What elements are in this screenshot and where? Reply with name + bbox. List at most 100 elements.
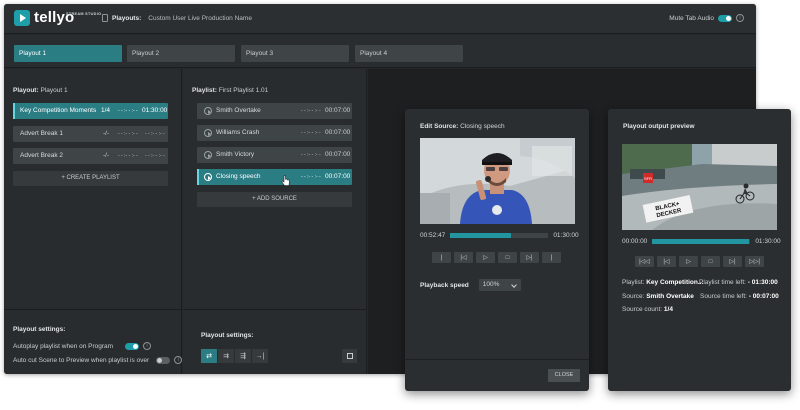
play-icon[interactable]: ▷ bbox=[679, 256, 698, 267]
playlist-time: - - :- - :- - bbox=[118, 108, 138, 114]
playlist-name: Advert Break 2 bbox=[20, 152, 63, 159]
hand-cursor-icon bbox=[281, 175, 290, 186]
playlist-column: Playlist: First Playlist 1.01 Smith Over… bbox=[183, 69, 367, 374]
add-source-button[interactable]: + ADD SOURCE bbox=[197, 192, 352, 207]
create-playlist-button[interactable]: + CREATE PLAYLIST bbox=[13, 171, 168, 186]
tab-playout-2[interactable]: Playout 2 bbox=[127, 45, 235, 62]
previous-icon[interactable]: |◁ bbox=[657, 256, 676, 267]
edit-source-panel: Edit Source: Closing speech 00:52:47 01:… bbox=[405, 109, 589, 391]
skip-end-icon[interactable]: ▷▷| bbox=[745, 256, 764, 267]
playlist-count: 1/4 bbox=[101, 107, 111, 114]
playback-speed-select[interactable]: 100% bbox=[478, 279, 521, 291]
edit-source-scrubber[interactable] bbox=[450, 233, 549, 238]
source-name: Williams Crash bbox=[216, 129, 260, 136]
document-icon bbox=[102, 14, 108, 22]
edit-source-video[interactable] bbox=[420, 138, 575, 224]
production-name: Custom User Live Production Name bbox=[148, 14, 252, 22]
output-preview-progress bbox=[652, 239, 750, 244]
mute-tab-audio: Mute Tab Audio i bbox=[669, 14, 744, 22]
source-name: Smith Overtake bbox=[216, 107, 261, 114]
source-duration: 00:07:00 bbox=[325, 107, 351, 114]
source-time: - - :- - :- - bbox=[301, 130, 321, 136]
playback-speed-label: Playback speed bbox=[420, 281, 469, 289]
logo: tellyo STREAM STUDIO bbox=[14, 10, 101, 26]
shuffle-icon[interactable]: ⇶ bbox=[235, 349, 252, 363]
stop-icon[interactable]: □ bbox=[498, 252, 517, 263]
play-circle-icon[interactable] bbox=[204, 129, 212, 137]
playlist-count: -/- bbox=[103, 130, 110, 137]
playlist-duration: 01:30:00 bbox=[142, 107, 168, 114]
info-icon[interactable]: i bbox=[174, 356, 183, 364]
play-icon[interactable]: ▷ bbox=[476, 252, 495, 263]
tab-playout-4[interactable]: Playout 4 bbox=[355, 45, 463, 62]
skip-start-icon[interactable]: |◁◁ bbox=[635, 256, 654, 267]
singer-video-frame bbox=[420, 138, 575, 224]
playout-settings-title: Playout settings: bbox=[13, 326, 66, 333]
output-preview-controls: |◁◁ |◁ ▷ □ ▷| ▷▷| bbox=[635, 256, 764, 267]
tab-playout-3[interactable]: Playout 3 bbox=[241, 45, 349, 62]
total-time: 01:30:00 bbox=[755, 238, 781, 245]
mute-tab-audio-label: Mute Tab Audio bbox=[669, 14, 714, 22]
tab-playout-1[interactable]: Playout 1 bbox=[14, 45, 122, 62]
output-preview-title: Playout output preview bbox=[623, 123, 695, 130]
source-row-smith-overtake[interactable]: Smith Overtake - - :- - :- - 00:07:00 bbox=[197, 103, 352, 119]
play-circle-icon[interactable] bbox=[204, 173, 212, 181]
playlist-settings-title: Playout settings: bbox=[201, 332, 254, 339]
playlist-row-advert-break-2[interactable]: Advert Break 2 -/- - - :- - :- - - - :- … bbox=[13, 148, 168, 164]
top-bar: tellyo STREAM STUDIO Playouts: Custom Us… bbox=[4, 4, 756, 34]
mute-tab-audio-toggle[interactable] bbox=[718, 14, 732, 22]
source-row-williams-crash[interactable]: Williams Crash - - :- - :- - 00:07:00 bbox=[197, 125, 352, 141]
source-duration: 00:07:00 bbox=[325, 173, 351, 180]
autocut-toggle[interactable] bbox=[156, 356, 171, 364]
playlist-name: Key Competition Moments bbox=[20, 107, 97, 114]
playouts-label: Playouts: bbox=[112, 14, 142, 22]
mark-out-icon[interactable]: | bbox=[542, 252, 561, 263]
close-button[interactable]: CLOSE bbox=[548, 369, 580, 382]
play-circle-icon[interactable] bbox=[204, 107, 212, 115]
info-icon[interactable]: i bbox=[143, 342, 152, 350]
output-preview-scrubber bbox=[652, 239, 751, 244]
step-back-icon[interactable]: |◁ bbox=[454, 252, 473, 263]
current-time: 00:52:47 bbox=[420, 232, 446, 239]
source-duration: 00:07:00 bbox=[325, 151, 351, 158]
stop-square-icon[interactable] bbox=[342, 349, 357, 363]
next-icon[interactable]: ▷| bbox=[723, 256, 742, 267]
playlist-settings: Playout settings: ⇄ ⇉ ⇶ →| bbox=[183, 309, 367, 374]
mark-in-icon[interactable]: | bbox=[432, 252, 451, 263]
loop-mode-group: ⇄ ⇉ ⇶ →| bbox=[201, 349, 269, 363]
edit-source-footer: CLOSE bbox=[405, 359, 589, 391]
autoplay-toggle[interactable] bbox=[125, 342, 140, 350]
loop-one-icon[interactable]: ⇉ bbox=[218, 349, 235, 363]
play-circle-icon[interactable] bbox=[204, 151, 212, 159]
edit-source-title: Edit Source: Closing speech bbox=[420, 123, 505, 130]
source-time: - - :- - :- - bbox=[301, 152, 321, 158]
step-forward-icon[interactable]: ▷| bbox=[520, 252, 539, 263]
logo-play-icon bbox=[14, 10, 30, 26]
source-name: Closing speech bbox=[216, 173, 261, 180]
info-icon[interactable]: i bbox=[736, 14, 744, 22]
source-duration: 00:07:00 bbox=[325, 129, 351, 136]
source-name: Smith Victory bbox=[216, 151, 255, 158]
autoplay-setting: Autoplay playlist when on Program i bbox=[13, 342, 152, 350]
playlist-row-key-competition[interactable]: Key Competition Moments 1/4 - - :- - :- … bbox=[13, 103, 168, 119]
stop-icon[interactable]: □ bbox=[701, 256, 720, 267]
source-row-smith-victory[interactable]: Smith Victory - - :- - :- - 00:07:00 bbox=[197, 147, 352, 163]
playback-speed: Playback speed 100% bbox=[420, 279, 521, 291]
playlist-name: Advert Break 1 bbox=[20, 130, 63, 137]
playlist-row-advert-break-1[interactable]: Advert Break 1 -/- - - :- - :- - - - :- … bbox=[13, 126, 168, 142]
playout-column: Playout: Playout 1 Key Competition Momen… bbox=[4, 69, 183, 374]
play-once-icon[interactable]: →| bbox=[252, 349, 269, 363]
source-info: Source: Smith Overtake bbox=[622, 293, 694, 300]
production-selector[interactable]: Playouts: Custom User Live Production Na… bbox=[102, 14, 252, 22]
autocut-setting: Auto cut Scene to Preview when playlist … bbox=[13, 356, 183, 364]
loop-all-icon[interactable]: ⇄ bbox=[201, 349, 218, 363]
playlist-time: - - :- - :- - bbox=[118, 153, 138, 159]
playlist-title: Playlist: First Playlist 1.01 bbox=[192, 87, 269, 94]
playlist-duration: - - :- - :- - bbox=[145, 131, 165, 137]
playlist-count: -/- bbox=[103, 152, 110, 159]
edit-source-progress bbox=[450, 233, 512, 238]
output-preview-timeline: 00:00:00 01:30:00 bbox=[622, 238, 781, 245]
edit-source-controls: | |◁ ▷ □ ▷| | bbox=[432, 252, 561, 263]
source-row-closing-speech[interactable]: Closing speech - - :- - :- - 00:07:00 bbox=[197, 169, 352, 185]
current-time: 00:00:00 bbox=[622, 238, 648, 245]
